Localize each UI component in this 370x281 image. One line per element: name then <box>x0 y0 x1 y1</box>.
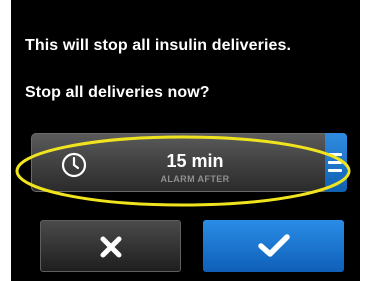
cancel-button[interactable] <box>40 220 181 272</box>
alarm-value: 15 min <box>166 151 224 171</box>
scroll-list-icon <box>328 153 342 156</box>
alarm-label: ALARM AFTER <box>160 174 230 184</box>
warning-message: This will stop all insulin deliveries. <box>25 37 292 54</box>
x-icon <box>100 236 122 258</box>
scroll-list-icon-bar <box>328 161 342 164</box>
scroll-list-button[interactable] <box>325 133 347 192</box>
confirm-button[interactable] <box>203 220 344 272</box>
scroll-list-icon-bar <box>328 169 342 172</box>
confirm-question: Stop all deliveries now? <box>25 84 210 101</box>
clock-icon <box>61 152 87 178</box>
checkmark-icon <box>258 234 290 257</box>
